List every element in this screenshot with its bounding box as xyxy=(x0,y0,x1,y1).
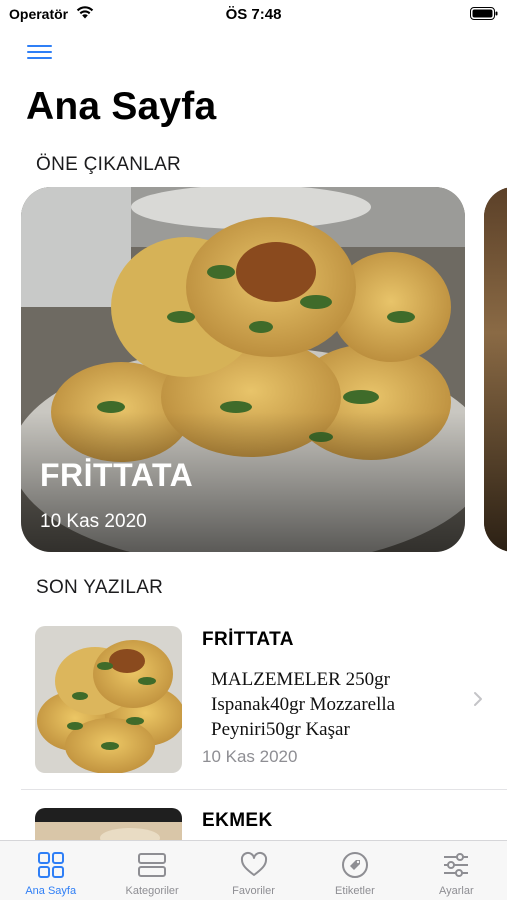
post-list-item[interactable]: EKMEK xyxy=(21,800,507,840)
recent-section-title: SON YAZILAR xyxy=(36,577,164,598)
grid-icon xyxy=(37,852,64,878)
post-excerpt: MALZEMELER 250gr Ispanak40gr Mozzarella … xyxy=(211,669,396,740)
menu-button[interactable] xyxy=(24,40,56,66)
status-time: ÖS 7:48 xyxy=(225,6,282,23)
post-list-item[interactable]: FRİTTATA MALZEMELER 250gr Ispanak40gr Mo… xyxy=(21,617,507,790)
sliders-icon xyxy=(444,853,469,877)
chevron-right-icon xyxy=(474,692,482,706)
post-title: EKMEK xyxy=(202,810,273,831)
tab-ayarlar[interactable]: Ayarlar xyxy=(406,841,507,900)
featured-next-image xyxy=(484,187,507,552)
tab-label: Etiketler xyxy=(335,885,375,897)
tab-etiketler[interactable]: Etiketler xyxy=(304,841,405,900)
tab-label: Kategoriler xyxy=(125,885,179,897)
hamburger-icon xyxy=(27,45,52,47)
hamburger-icon xyxy=(27,57,52,59)
post-date: 10 Kas 2020 xyxy=(202,747,298,766)
tab-ana-sayfa[interactable]: Ana Sayfa xyxy=(0,841,101,900)
featured-section-title: ÖNE ÇIKANLAR xyxy=(36,154,182,175)
tab-favoriler[interactable]: Favoriler xyxy=(203,841,304,900)
tab-label: Favoriler xyxy=(232,885,275,897)
featured-card-title: FRİTTATA xyxy=(40,457,194,493)
post-thumbnail xyxy=(35,808,182,840)
featured-card-next[interactable] xyxy=(484,187,507,552)
status-bar: Operatör ÖS 7:48 xyxy=(0,0,507,28)
tab-kategoriler[interactable]: Kategoriler xyxy=(101,841,202,900)
stack-icon xyxy=(138,853,167,877)
post-thumbnail xyxy=(35,626,182,773)
tab-bar: Ana Sayfa Kategoriler Favoriler Etiketle… xyxy=(0,840,507,900)
tag-icon xyxy=(341,852,368,878)
tab-label: Ayarlar xyxy=(439,885,474,897)
tab-label: Ana Sayfa xyxy=(25,885,77,897)
hamburger-icon xyxy=(27,51,52,53)
heart-icon xyxy=(240,851,267,876)
featured-card[interactable]: FRİTTATA 10 Kas 2020 xyxy=(21,187,465,552)
post-title: FRİTTATA xyxy=(202,629,294,650)
featured-card-date: 10 Kas 2020 xyxy=(40,511,147,532)
page-title: Ana Sayfa xyxy=(26,85,217,128)
battery-icon xyxy=(470,7,498,20)
